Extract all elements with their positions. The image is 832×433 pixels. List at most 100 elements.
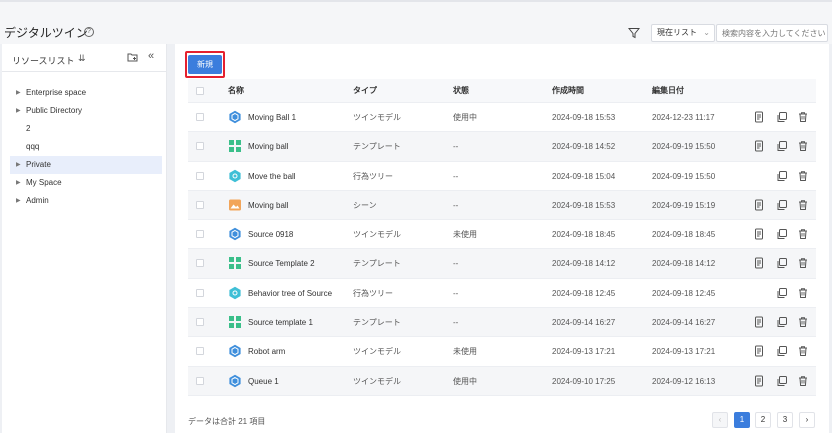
header-edited[interactable]: 編集日付 (652, 79, 684, 103)
twin-model-icon (228, 374, 242, 388)
delete-icon[interactable] (797, 199, 809, 211)
table-header: 名称 タイプ 状態 作成時間 編集日付 (188, 79, 816, 103)
details-icon[interactable] (753, 228, 765, 240)
table-row[interactable]: Moving ball シーン -- 2024-09-18 15:53 2024-09-… (188, 190, 816, 221)
header-type[interactable]: タイプ (353, 79, 377, 103)
delete-icon[interactable] (797, 228, 809, 240)
row-created: 2024-09-18 18:45 (552, 230, 616, 240)
duplicate-icon[interactable] (776, 257, 788, 269)
details-icon[interactable] (753, 111, 765, 123)
row-edited: 2024-12-23 11:17 (652, 113, 715, 122)
duplicate-icon[interactable] (776, 345, 788, 357)
sidebar-item-label: Private (26, 160, 51, 169)
row-name[interactable]: Behavior tree of Source (248, 279, 332, 308)
details-icon[interactable] (753, 257, 765, 269)
template-icon (228, 256, 242, 270)
delete-icon[interactable] (797, 140, 809, 152)
table-row[interactable]: Move the ball 行為ツリー -- 2024-09-18 15:04 2024… (188, 162, 816, 191)
expand-arrow-icon[interactable]: ▶ (16, 174, 21, 192)
table-row[interactable]: Robot arm ツインモデル 未使用 2024-09-13 17:21 2024-0… (188, 337, 816, 367)
duplicate-icon[interactable] (776, 228, 788, 240)
details-icon[interactable] (753, 140, 765, 152)
table-row[interactable]: Source template 1 テンプレート -- 2024-09-14 16:2… (188, 308, 816, 338)
duplicate-icon[interactable] (776, 170, 788, 182)
delete-icon[interactable] (797, 170, 809, 182)
duplicate-icon[interactable] (776, 287, 788, 299)
delete-icon[interactable] (797, 375, 809, 387)
details-icon[interactable] (753, 316, 765, 328)
help-icon[interactable]: ? (84, 27, 94, 37)
details-icon[interactable] (753, 199, 765, 211)
page-button[interactable]: 1 (734, 412, 750, 428)
table-row[interactable]: Source Template 2 テンプレート -- 2024-09-18 14:1… (188, 249, 816, 279)
row-status: 使用中 (453, 113, 477, 122)
table-row[interactable]: Source 0918 ツインモデル 未使用 2024-09-18 18:45 2024… (188, 220, 816, 250)
prev-page-button[interactable]: ‹ (712, 412, 728, 428)
delete-icon[interactable] (797, 111, 809, 123)
row-name[interactable]: Move the ball (248, 162, 296, 191)
expand-arrow-icon[interactable]: ▶ (16, 84, 21, 102)
twin-model-icon (228, 344, 242, 358)
delete-icon[interactable] (797, 287, 809, 299)
row-name[interactable]: Moving ball (248, 132, 288, 161)
sidebar-item[interactable]: ▶ Admin (10, 192, 162, 210)
duplicate-icon[interactable] (776, 316, 788, 328)
delete-icon[interactable] (797, 257, 809, 269)
template-icon (228, 139, 242, 153)
expand-arrow-icon[interactable]: ▶ (16, 192, 21, 210)
duplicate-icon[interactable] (776, 140, 788, 152)
row-name[interactable]: Queue 1 (248, 367, 279, 396)
row-name[interactable]: Source template 1 (248, 308, 313, 337)
collapse-sidebar-icon[interactable]: « (148, 50, 154, 62)
row-checkbox[interactable] (196, 376, 204, 385)
expand-arrow-icon[interactable]: ▶ (16, 156, 21, 174)
duplicate-icon[interactable] (776, 375, 788, 387)
row-name[interactable]: Source 0918 (248, 220, 293, 249)
row-edited: 2024-09-19 15:50 (652, 171, 716, 181)
delete-icon[interactable] (797, 316, 809, 328)
table-row[interactable]: Behavior tree of Source 行為ツリー -- 2024-09-18… (188, 279, 816, 309)
row-name[interactable]: Source Template 2 (248, 249, 315, 278)
select-all-checkbox[interactable] (196, 87, 204, 95)
duplicate-icon[interactable] (776, 111, 788, 123)
row-name[interactable]: Robot arm (248, 337, 285, 366)
row-checkbox[interactable] (196, 171, 204, 180)
row-checkbox[interactable] (196, 259, 204, 268)
add-folder-icon[interactable] (127, 52, 138, 63)
page-button[interactable]: 3 (777, 412, 793, 428)
duplicate-icon[interactable] (776, 199, 788, 211)
scope-select[interactable]: 現在リスト ⌄ (651, 24, 715, 42)
row-status: 未使用 (453, 230, 477, 240)
header-status[interactable]: 状態 (453, 79, 469, 103)
sidebar-item[interactable]: ▶ Private (10, 156, 162, 174)
row-checkbox[interactable] (196, 318, 204, 327)
header-created[interactable]: 作成時間 (552, 79, 584, 103)
sidebar-item[interactable]: ▶ Enterprise space (10, 84, 162, 102)
row-name[interactable]: Moving Ball 1 (248, 103, 296, 132)
sidebar-item[interactable]: qqq (10, 138, 162, 156)
header-name[interactable]: 名称 (228, 79, 244, 103)
row-checkbox[interactable] (196, 347, 204, 356)
sidebar-item[interactable]: ▶ My Space (10, 174, 162, 192)
sort-icon[interactable]: ⇊ (78, 53, 86, 64)
page-button[interactable]: 2 (755, 412, 771, 428)
row-name[interactable]: Moving ball (248, 191, 288, 220)
table-row[interactable]: Queue 1 ツインモデル 使用中 2024-09-10 17:25 2024-09-… (188, 366, 816, 396)
row-checkbox[interactable] (196, 113, 204, 121)
row-checkbox[interactable] (196, 200, 204, 209)
details-icon[interactable] (753, 375, 765, 387)
row-checkbox[interactable] (196, 230, 204, 239)
table-row[interactable]: Moving Ball 1 ツインモデル 使用中 2024-09-18 15:53 20… (188, 103, 816, 133)
new-button[interactable]: 新規 (188, 55, 222, 74)
filter-icon[interactable] (628, 27, 640, 39)
row-checkbox[interactable] (196, 142, 204, 151)
row-checkbox[interactable] (196, 288, 204, 297)
sidebar-item[interactable]: 2 (10, 120, 162, 138)
details-icon[interactable] (753, 345, 765, 357)
sidebar-item[interactable]: ▶ Public Directory (10, 102, 162, 120)
delete-icon[interactable] (797, 345, 809, 357)
search-input[interactable] (716, 24, 828, 42)
table-row[interactable]: Moving ball テンプレート -- 2024-09-18 14:52 2024-… (188, 132, 816, 162)
next-page-button[interactable]: › (799, 412, 815, 428)
expand-arrow-icon[interactable]: ▶ (16, 102, 21, 120)
